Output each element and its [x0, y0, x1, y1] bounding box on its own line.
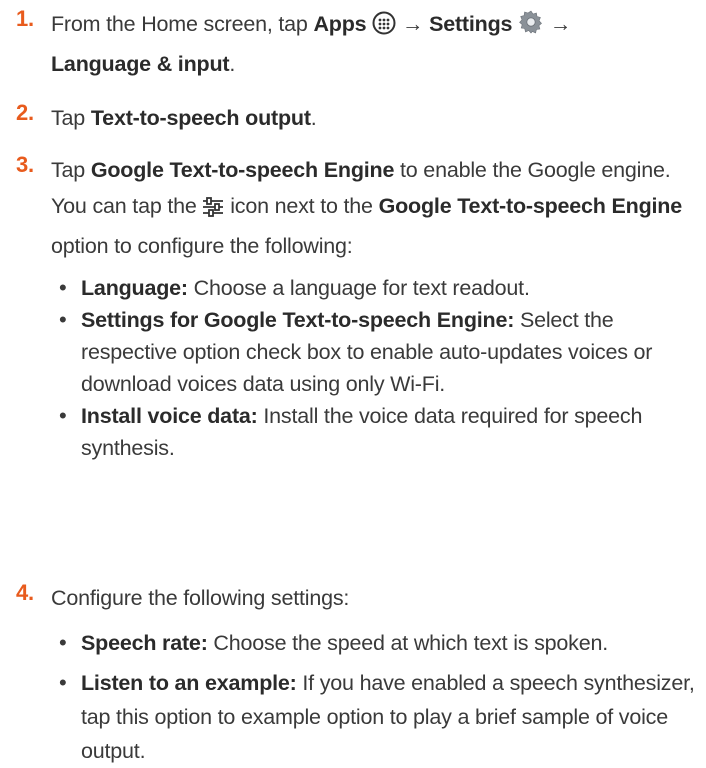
step-main-text: Tap Google Text-to-speech Engine to enab…	[51, 158, 671, 182]
list-item: • Speech rate: Choose the speed at which …	[59, 630, 608, 655]
step-number: 1.	[16, 6, 34, 31]
settings-sliders-icon	[202, 192, 224, 228]
apps-label: Apps	[313, 12, 367, 36]
step-number: 4.	[16, 580, 34, 605]
step-text: Configure the following settings: • Speec…	[51, 580, 700, 768]
apps-grid-icon	[372, 10, 396, 46]
step-text: Tap Text-to-speech output.	[51, 106, 317, 130]
step-text: Tap Google Text-to-speech Engine to enab…	[51, 152, 700, 464]
option-list: • Language: Choose a language for text re…	[51, 272, 700, 464]
step-number: 3.	[16, 152, 34, 177]
step-number: 2.	[16, 100, 34, 125]
instructions-page: 1. From the Home screen, tap Apps → Sett…	[0, 0, 706, 763]
settings-label: Settings	[429, 12, 513, 36]
list-item: • Install voice data: Install the voice d…	[59, 403, 643, 460]
list-item: • Listen to an example: If you have enabl…	[59, 670, 695, 763]
step-note: You can tap the icon next to the Google …	[51, 192, 682, 258]
list-item: • Settings for Google Text-to-speech Engi…	[59, 307, 653, 396]
gear-icon	[518, 9, 544, 46]
language-input-label: Language & input	[51, 52, 230, 76]
list-item: • Language: Choose a language for text re…	[59, 275, 530, 300]
step-text: From the Home screen, tap Apps → Setting…	[51, 6, 700, 82]
option-list: • Speech rate: Choose the speed at which …	[51, 626, 700, 768]
